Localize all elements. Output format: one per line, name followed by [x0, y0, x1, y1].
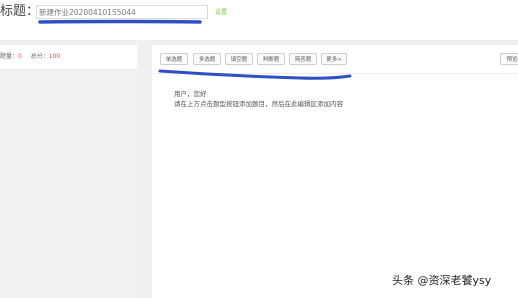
multiple-choice-button[interactable]: 多选题 [193, 53, 221, 65]
instruction-text: 请在上方点击题型按钮添加题目，然后在此编辑区添加内容 [174, 100, 343, 108]
true-false-button[interactable]: 判断题 [257, 53, 285, 65]
editor-placeholder: 用户，您好 请在上方点击题型按钮添加题目，然后在此编辑区添加内容 [174, 89, 343, 109]
sidebar-stats: 题量：0 总分：100 [0, 45, 137, 70]
watermark-text: 头条 @资深老饕ysy [392, 274, 492, 287]
question-type-toolbar: 单选题 多选题 填空题 判断题 简答题 更多> 预览 [152, 45, 518, 74]
greeting-text: 用户，您好 [174, 90, 207, 98]
question-count-value: 0 [18, 53, 22, 60]
more-types-button[interactable]: 更多> [321, 53, 347, 65]
total-score-label: 总分： [30, 53, 49, 60]
question-count-label: 题量： [0, 53, 19, 60]
fill-blank-button[interactable]: 填空题 [225, 53, 253, 65]
assignment-title-input[interactable]: 新建作业20200410155044 [36, 5, 208, 19]
question-sidebar: 题量：0 总分：100 [0, 45, 137, 298]
editor-panel: 单选题 多选题 填空题 判断题 简答题 更多> 预览 用户，您好 请在上方点击题… [152, 45, 518, 298]
preview-button[interactable]: 预览 [500, 53, 518, 65]
short-answer-button[interactable]: 简答题 [289, 53, 317, 65]
title-label: 标题： [0, 4, 40, 19]
single-choice-button[interactable]: 单选题 [160, 53, 188, 65]
settings-link[interactable]: 设置 [215, 8, 227, 17]
header-bar: 标题： 新建作业20200410155044 设置 [0, 0, 518, 40]
total-score-value: 100 [48, 53, 61, 60]
